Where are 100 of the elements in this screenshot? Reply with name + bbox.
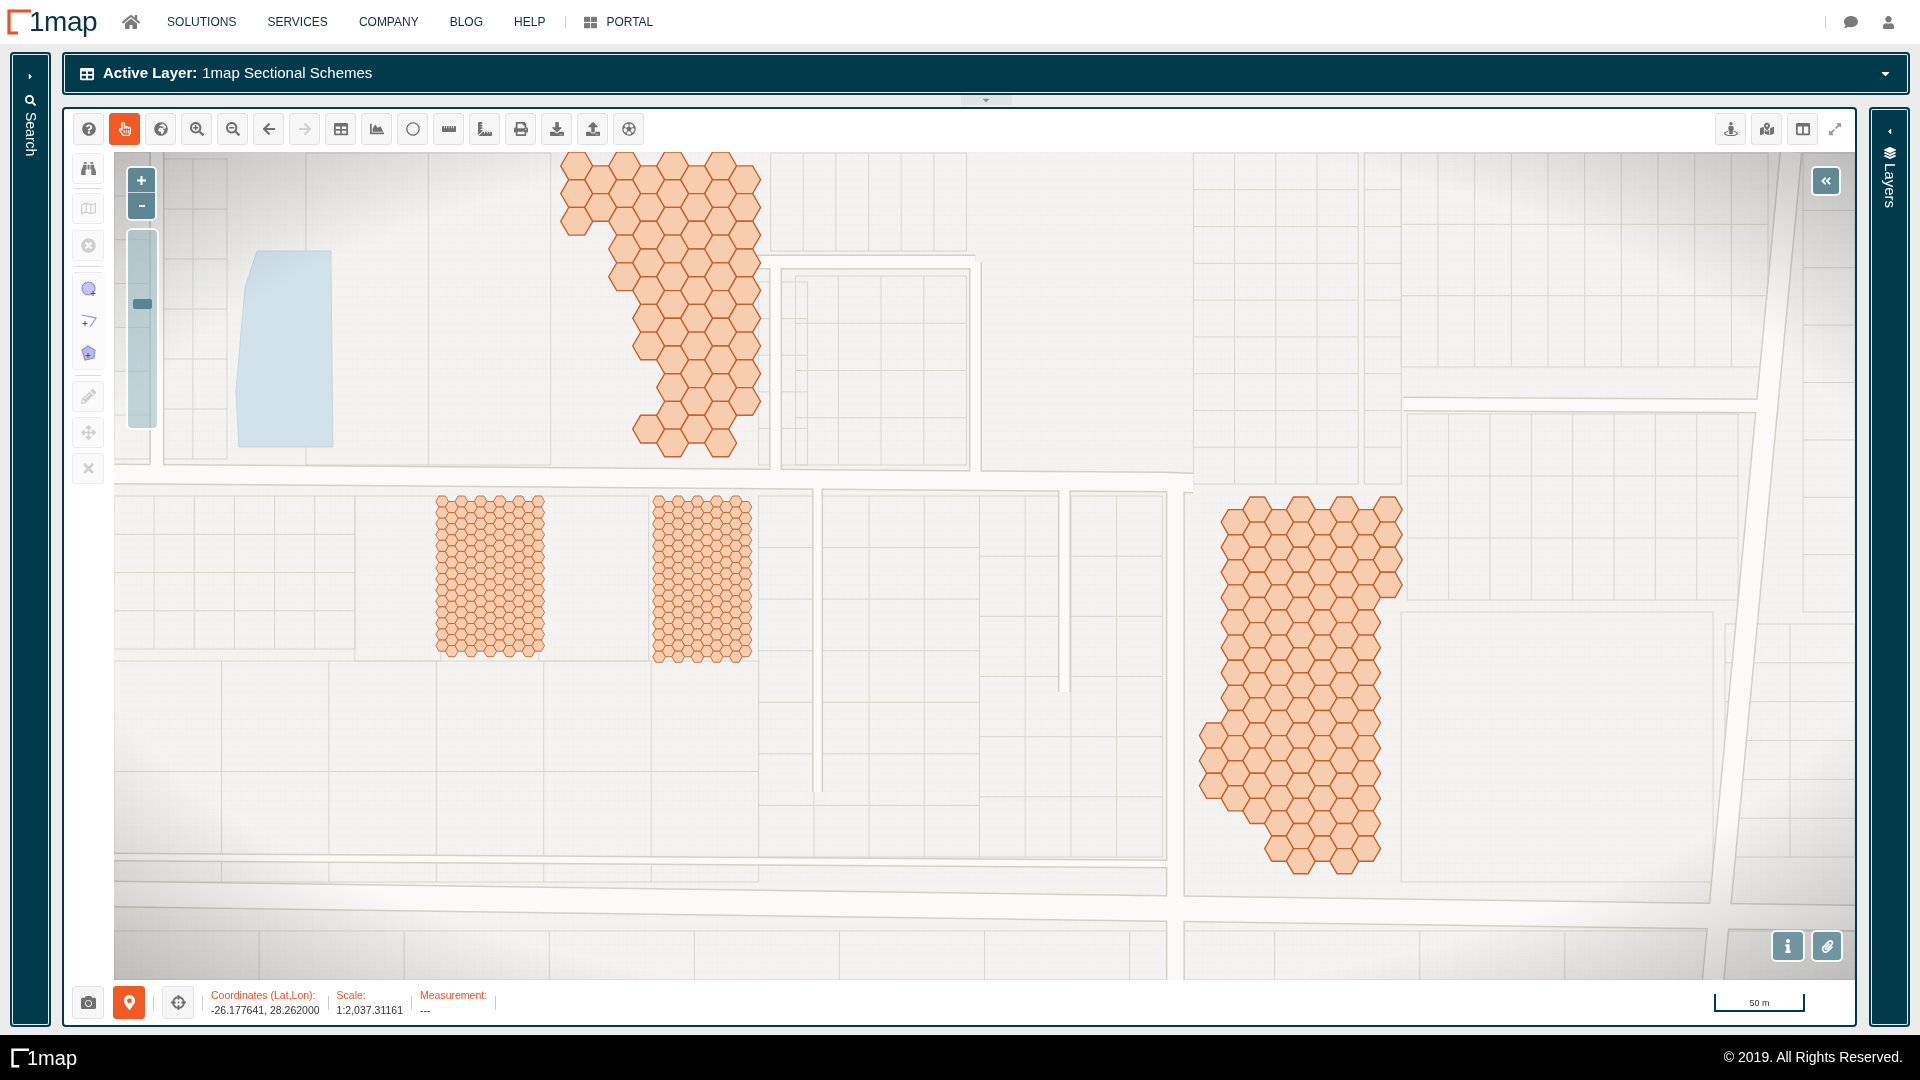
user-button[interactable] (1882, 15, 1895, 29)
layers-icon (1883, 147, 1896, 159)
print-icon (513, 122, 528, 136)
basemap-button[interactable] (1751, 113, 1782, 145)
nav-link[interactable]: SERVICES (267, 13, 328, 31)
area-chart-icon (369, 122, 384, 136)
coordinates-value: -26.177641, 28.262000 (211, 1005, 320, 1016)
globe-icon (153, 122, 168, 136)
draw-circle-icon (81, 281, 97, 297)
hexagon-cluster[interactable] (1198, 496, 1404, 875)
home-icon (122, 13, 141, 31)
map-icon (80, 201, 96, 216)
chat-button[interactable] (1844, 15, 1858, 29)
binoculars-icon (80, 161, 96, 176)
grid-icon (584, 15, 598, 29)
globe-button[interactable] (145, 113, 176, 145)
street-view-button[interactable] (1715, 113, 1746, 145)
hexagon-cluster[interactable] (652, 495, 753, 663)
logo-text: 1map (27, 1047, 78, 1068)
split-view-button[interactable] (1787, 113, 1818, 145)
info-button[interactable] (1773, 932, 1803, 960)
location-button[interactable] (113, 986, 145, 1019)
crosshair-button[interactable] (162, 986, 194, 1019)
search-sidebar[interactable]: Search (10, 52, 51, 1027)
help-button[interactable] (73, 113, 104, 145)
table-icon (333, 122, 348, 136)
chat-icon (1844, 15, 1858, 29)
sidebar-label: Layers (1880, 163, 1900, 209)
hexagon-cluster[interactable] (435, 495, 545, 658)
zoom-out-icon (225, 122, 240, 136)
measurement-label: Measurement: (420, 989, 488, 1000)
minus-icon (138, 205, 145, 207)
logo-text: 1map (29, 8, 98, 36)
angle-measure-button[interactable] (469, 113, 500, 145)
draw-line-icon (81, 314, 97, 328)
copyright-text: © 2019. All Rights Reserved. (1723, 1048, 1903, 1067)
help-icon (81, 122, 96, 136)
camera-button[interactable] (72, 986, 104, 1019)
hexagon-cluster[interactable] (559, 152, 762, 458)
collapse-panel-button[interactable] (1813, 168, 1839, 194)
download-button[interactable] (541, 113, 572, 145)
chart-button[interactable] (361, 113, 392, 145)
ball-button[interactable] (613, 113, 644, 145)
nav-link[interactable]: HELP (514, 13, 546, 31)
camera-icon (80, 995, 96, 1010)
table-icon (80, 66, 94, 81)
paperclip-icon (1820, 939, 1834, 953)
hand-pointer-icon (117, 122, 132, 136)
search-features-button[interactable] (72, 153, 104, 184)
arrow-left-icon (261, 122, 276, 136)
nav-link[interactable]: BLOG (449, 13, 484, 31)
map-marker-icon (121, 995, 137, 1010)
slider-thumb[interactable] (133, 298, 152, 309)
columns-icon (1795, 122, 1810, 136)
measure-button[interactable] (433, 113, 464, 145)
home-link[interactable] (122, 13, 141, 31)
upload-button[interactable] (577, 113, 608, 145)
move-arrows-icon (80, 425, 96, 440)
upload-icon (585, 122, 600, 136)
logo-bracket-icon (7, 9, 31, 35)
scale-label: Scale: (336, 989, 367, 1000)
layers-sidebar[interactable]: Layers (1869, 107, 1910, 1027)
zoom-in-button[interactable] (181, 113, 212, 145)
zoom-slider[interactable] (128, 230, 157, 428)
plus-icon (137, 175, 146, 185)
logo-bracket-icon (11, 1047, 29, 1068)
table-button[interactable] (325, 113, 356, 145)
measurement-value: --- (420, 1005, 432, 1016)
active-layer-label: Active Layer: (103, 63, 198, 84)
nav-link[interactable]: COMPANY (358, 13, 419, 31)
download-icon (549, 122, 564, 136)
zoom-in-icon (189, 122, 204, 136)
person-pin-icon (1723, 122, 1738, 136)
expand-icon (1828, 122, 1842, 136)
attachment-button[interactable] (1813, 932, 1841, 960)
draw-polygon-icon (81, 345, 97, 361)
active-layer-name: 1map Sectional Schemes (202, 63, 373, 84)
arrow-right-icon (297, 122, 312, 136)
crosshair-icon (170, 995, 186, 1010)
scale-value: 1:2,037.31161 (336, 1005, 403, 1016)
back-button[interactable] (253, 113, 284, 145)
map-marker-map-icon (1759, 122, 1774, 136)
draw-polygon-button[interactable] (73, 337, 105, 369)
sidebar-label: Search (22, 112, 40, 157)
collapse-toggle[interactable] (960, 95, 1012, 105)
caret-left-icon (1885, 127, 1894, 136)
corner-ruler-icon (477, 122, 492, 136)
search-icon (25, 95, 36, 106)
zoom-out-button[interactable] (217, 113, 248, 145)
logo[interactable]: 1map (7, 8, 98, 36)
nav-link[interactable]: SOLUTIONS (167, 13, 237, 31)
scale-bar: 50 m (1714, 993, 1805, 1012)
portal-link[interactable]: PORTAL (584, 13, 654, 31)
double-chevron-left-icon (1820, 175, 1832, 187)
user-icon (1882, 15, 1895, 29)
circle-button[interactable] (397, 113, 428, 145)
ring-icon (405, 122, 420, 136)
pointer-tool-button[interactable] (109, 113, 140, 145)
print-button[interactable] (505, 113, 536, 145)
draw-circle-button[interactable] (73, 273, 105, 305)
